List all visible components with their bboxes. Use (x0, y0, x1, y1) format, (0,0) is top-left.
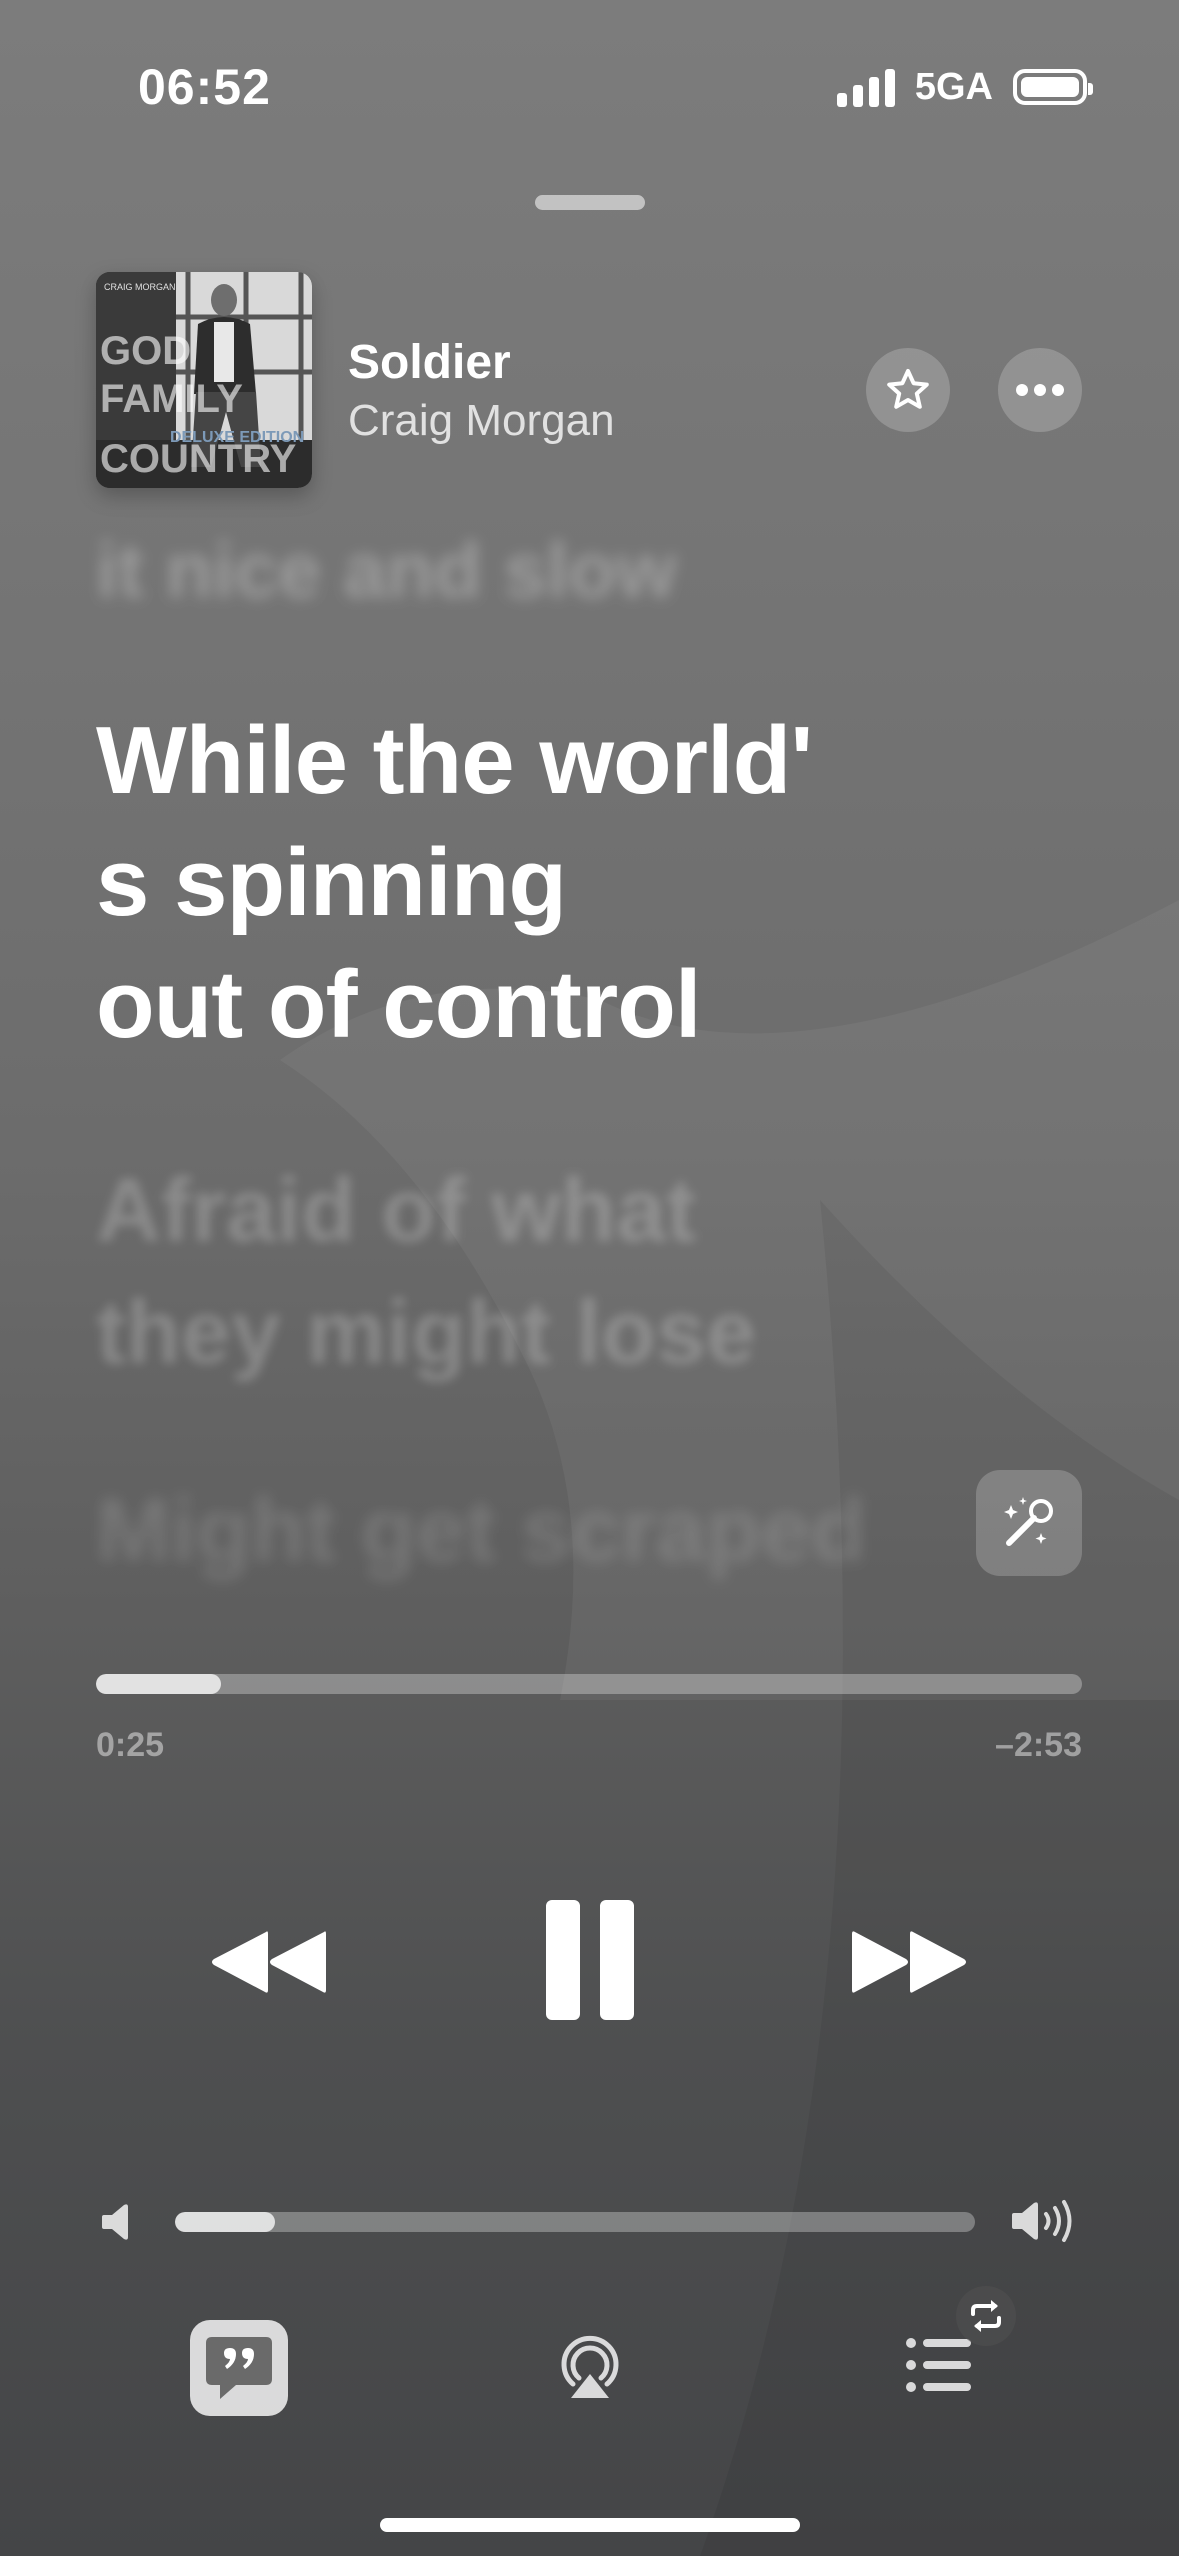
sing-button[interactable] (976, 1470, 1082, 1576)
lyrics-quote-icon (206, 2337, 272, 2399)
pause-icon (546, 1900, 634, 2020)
network-type: 5GA (914, 65, 993, 108)
microphone-sparkle-icon (1004, 1497, 1053, 1546)
queue-list-icon[interactable] (905, 2335, 975, 2395)
fast-forward-icon (852, 1931, 966, 1993)
album-art[interactable]: CRAIG MORGAN GOD FAMILY COUNTRY DELUXE E… (96, 272, 312, 488)
song-artist[interactable]: Craig Morgan (348, 396, 615, 446)
playback-progress-fill (96, 1674, 222, 1694)
album-art-line-2: FAMILY (100, 377, 243, 421)
favorite-button[interactable] (866, 348, 950, 432)
battery-icon (1013, 69, 1093, 105)
pause-button[interactable] (530, 1895, 650, 2025)
ellipsis-icon (1016, 384, 1064, 396)
album-art-top-text: CRAIG MORGAN (104, 282, 176, 292)
airplay-icon[interactable] (555, 2332, 625, 2402)
sheet-grabber[interactable] (535, 195, 645, 210)
cellular-signal-icon (836, 67, 895, 107)
album-art-line-1: GOD (100, 329, 191, 373)
volume-low-icon (102, 2204, 128, 2240)
volume-high-icon (1012, 2200, 1072, 2242)
repeat-icon (971, 2300, 1001, 2332)
status-indicators: 5GA (836, 65, 1093, 108)
lyric-line-next[interactable]: Afraid of what they might lose (96, 1150, 1096, 1394)
home-indicator[interactable] (380, 2518, 800, 2532)
previous-track-button[interactable] (200, 1912, 336, 2012)
lyric-line-upcoming[interactable]: Might get scraped (96, 1470, 1096, 1592)
rewind-icon (212, 1931, 326, 1993)
song-title[interactable]: Soldier (348, 335, 511, 390)
remaining-time: –2:53 (995, 1726, 1082, 1764)
next-track-button[interactable] (842, 1912, 978, 2012)
more-button[interactable] (998, 348, 1082, 432)
album-art-edition: DELUXE EDITION (170, 429, 304, 446)
volume-slider[interactable] (175, 2212, 975, 2232)
playback-scrubber[interactable] (96, 1674, 1082, 1694)
lyrics-button[interactable] (190, 2320, 288, 2416)
volume-slider-fill (175, 2212, 275, 2232)
status-time: 06:52 (138, 59, 271, 115)
star-icon (887, 369, 929, 409)
lyric-line-previous[interactable]: it nice and slow (96, 520, 1096, 620)
lyric-line-current[interactable]: While the world' s spinning out of contr… (96, 700, 1096, 1066)
elapsed-time: 0:25 (96, 1726, 165, 1764)
repeat-badge[interactable] (956, 2286, 1016, 2346)
